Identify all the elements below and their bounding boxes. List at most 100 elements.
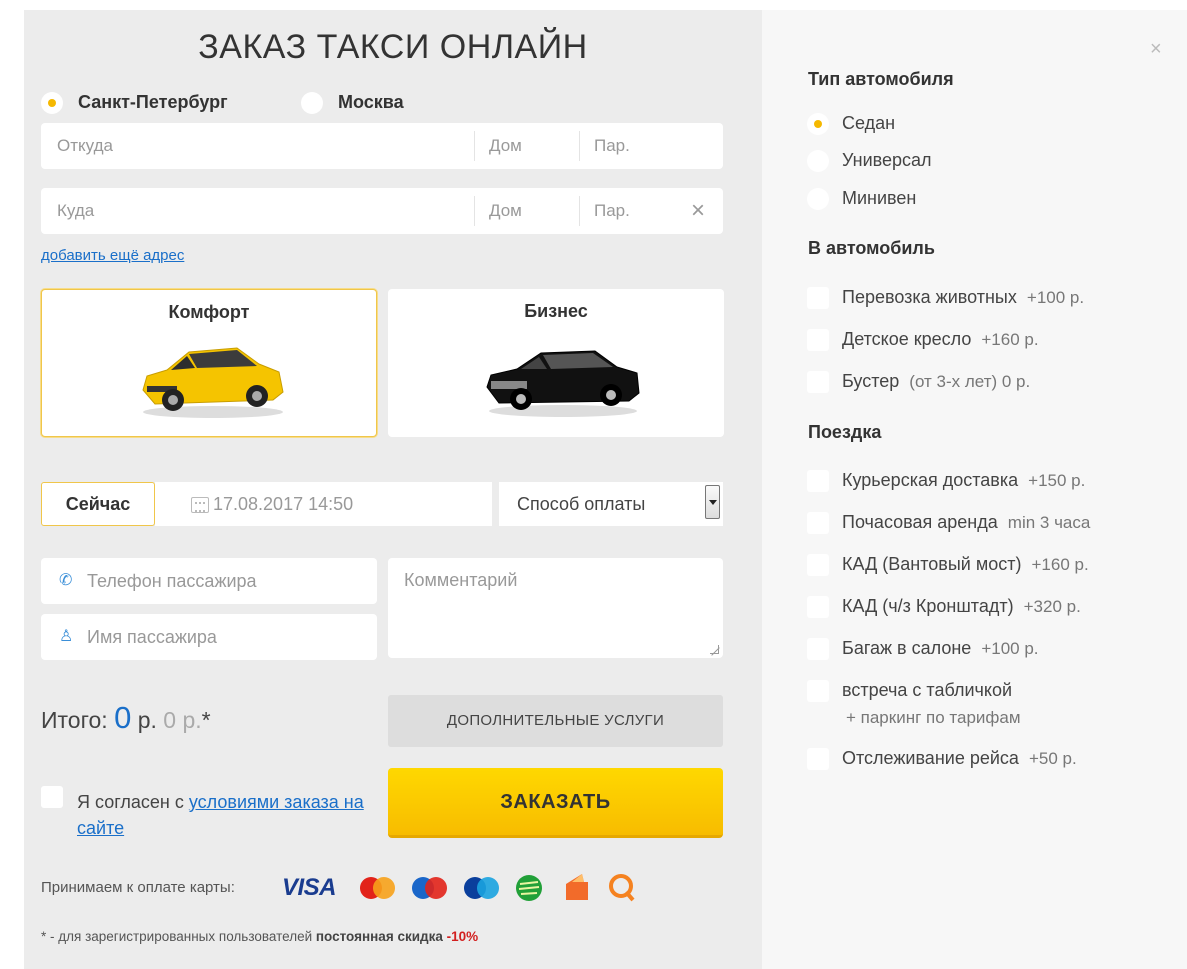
total-currency: р.	[137, 707, 157, 733]
total-value: 0	[114, 700, 132, 735]
trip-title: Поездка	[808, 422, 882, 442]
total-secondary: 0 р.	[163, 707, 202, 733]
in-car-title: В автомобиль	[808, 238, 935, 258]
agree-checkbox[interactable]	[41, 786, 63, 808]
page-title: ЗАКАЗ ТАКСИ ОНЛАЙН	[198, 28, 588, 66]
clear-address-icon[interactable]: ×	[691, 188, 705, 234]
checkbox-flight-tracking[interactable]	[807, 748, 829, 770]
option-child-seat[interactable]: Детское кресло +160 р.	[842, 329, 1039, 350]
checkbox-pets[interactable]	[807, 287, 829, 309]
calendar-icon	[191, 497, 209, 513]
total-label: Итого:	[41, 707, 108, 733]
car-type-label-sedan[interactable]: Седан	[842, 113, 895, 134]
datetime-field[interactable]: 17.08.2017 14:50	[155, 482, 492, 526]
car-type-radio-wagon[interactable]	[807, 150, 829, 172]
agree-prefix: Я согласен с	[77, 792, 184, 812]
option-label: Перевозка животных	[842, 287, 1017, 307]
resize-handle-icon[interactable]	[710, 645, 719, 654]
divider	[579, 131, 580, 161]
option-pets[interactable]: Перевозка животных +100 р.	[842, 287, 1084, 308]
divider	[474, 131, 475, 161]
option-luggage[interactable]: Багаж в салоне +100 р.	[842, 638, 1039, 659]
checkbox-courier[interactable]	[807, 470, 829, 492]
option-label: Бустер	[842, 371, 900, 391]
checkbox-kad-bridge[interactable]	[807, 554, 829, 576]
add-address-link[interactable]: добавить ещё адрес	[41, 247, 184, 264]
option-meet-sign-sub: + паркинг по тарифам	[846, 708, 1021, 727]
car-type-title: Тип автомобиля	[808, 69, 954, 89]
to-street-input[interactable]: Куда	[57, 188, 467, 234]
checkbox-luggage[interactable]	[807, 638, 829, 660]
comment-textarea[interactable]: Комментарий	[388, 558, 723, 658]
to-entrance-input[interactable]: Пар.	[594, 188, 674, 234]
sberbank-icon	[516, 875, 542, 901]
from-address-row: Откуда Дом Пар.	[41, 123, 723, 169]
checkbox-child-seat[interactable]	[807, 329, 829, 351]
name-placeholder: Имя пассажира	[87, 627, 217, 647]
order-button[interactable]: ЗАКАЗАТЬ	[388, 768, 723, 838]
car-type-label-wagon[interactable]: Универсал	[842, 150, 932, 171]
to-house-input[interactable]: Дом	[489, 188, 569, 234]
qiwi-icon	[609, 874, 635, 902]
total-price: Итого: 0 р. 0 р.*	[41, 700, 211, 736]
option-booster[interactable]: Бустер (от 3-х лет) 0 р.	[842, 371, 1030, 392]
option-label: Детское кресло	[842, 329, 972, 349]
name-input[interactable]: ♙ Имя пассажира	[41, 614, 377, 660]
footnote-discount: -10%	[446, 929, 479, 944]
car-type-radio-minivan[interactable]	[807, 188, 829, 210]
from-house-input[interactable]: Дом	[489, 123, 569, 169]
payment-method-label: Способ оплаты	[517, 494, 646, 514]
option-label: Отслеживание рейса	[842, 748, 1019, 768]
yandex-money-icon	[566, 874, 588, 900]
extra-services-button[interactable]: ДОПОЛНИТЕЛЬНЫЕ УСЛУГИ	[388, 695, 723, 747]
to-address-row: Куда Дом Пар. ×	[41, 188, 723, 234]
checkbox-hourly[interactable]	[807, 512, 829, 534]
option-kad-kronstadt[interactable]: КАД (ч/з Кронштадт) +320 р.	[842, 596, 1081, 617]
option-kad-bridge[interactable]: КАД (Вантовый мост) +160 р.	[842, 554, 1089, 575]
city-label-moscow[interactable]: Москва	[338, 92, 404, 113]
checkbox-meet-sign[interactable]	[807, 680, 829, 702]
cirrus-icon	[464, 877, 499, 899]
checkbox-kad-kronstadt[interactable]	[807, 596, 829, 618]
footnote-prefix: * - для зарегистрированных пользователей	[41, 929, 313, 944]
car-type-radio-sedan[interactable]	[807, 113, 829, 135]
chevron-down-icon[interactable]	[705, 485, 720, 519]
comfort-car-image	[142, 347, 284, 418]
business-car-image	[486, 350, 640, 417]
from-street-input[interactable]: Откуда	[57, 123, 467, 169]
mastercard-icon	[360, 877, 395, 899]
phone-input[interactable]: ✆ Телефон пассажира	[41, 558, 377, 604]
option-courier[interactable]: Курьерская доставка +150 р.	[842, 470, 1085, 491]
tariff-card-business[interactable]: Бизнес	[388, 289, 724, 437]
tariff-card-comfort[interactable]: Комфорт	[41, 289, 377, 437]
options-panel: × Тип автомобиля Седан Универсал Минивен…	[762, 10, 1187, 969]
option-hourly[interactable]: Почасовая аренда min 3 часа	[842, 512, 1090, 533]
option-label: Багаж в салоне	[842, 638, 972, 658]
option-flight-tracking[interactable]: Отслеживание рейса +50 р.	[842, 748, 1077, 769]
option-price: +100 р.	[1026, 288, 1085, 307]
maestro-icon	[412, 877, 447, 899]
option-price: +320 р.	[1023, 597, 1081, 616]
city-label-spb[interactable]: Санкт-Петербург	[78, 92, 228, 113]
option-price: +160 р.	[1031, 555, 1089, 574]
option-label: КАД (Вантовый мост)	[842, 554, 1022, 574]
car-type-label-minivan[interactable]: Минивен	[842, 188, 916, 209]
from-entrance-input[interactable]: Пар.	[594, 123, 674, 169]
option-meet-sign[interactable]: встреча с табличкой	[842, 680, 1012, 701]
option-price: min 3 часа	[1007, 513, 1091, 532]
close-icon[interactable]: ×	[1150, 38, 1162, 61]
agree-text: Я согласен с условиями заказа на сайте	[77, 789, 377, 841]
checkbox-booster[interactable]	[807, 371, 829, 393]
city-radio-spb[interactable]	[41, 92, 63, 114]
city-radio-moscow[interactable]	[301, 92, 323, 114]
now-button[interactable]: Сейчас	[41, 482, 155, 526]
phone-placeholder: Телефон пассажира	[87, 571, 257, 591]
option-price: +50 р.	[1028, 749, 1077, 768]
option-label: встреча с табличкой	[842, 680, 1013, 700]
comment-placeholder: Комментарий	[404, 570, 518, 590]
order-form-panel: ЗАКАЗ ТАКСИ ОНЛАЙН Санкт-Петербург Москв…	[24, 10, 762, 969]
option-label: Курьерская доставка	[842, 470, 1019, 490]
payment-method-select[interactable]: Способ оплаты	[499, 482, 723, 526]
footnote-bold: постоянная скидка	[315, 929, 443, 944]
total-star: *	[201, 707, 211, 733]
